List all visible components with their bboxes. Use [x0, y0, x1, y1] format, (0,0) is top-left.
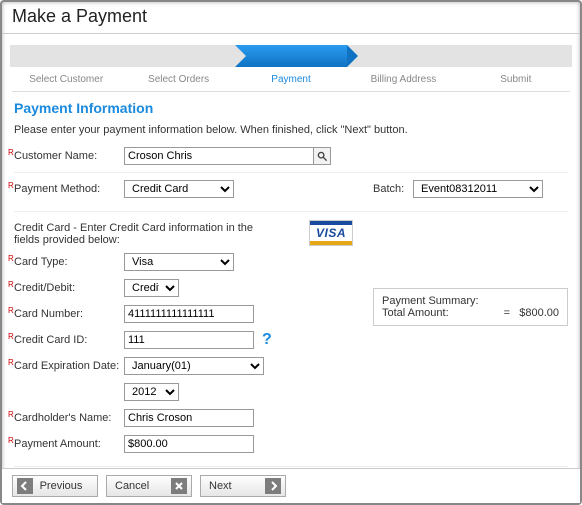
required-marker: R: [8, 358, 14, 367]
required-marker: R: [8, 280, 14, 289]
label-batch: Batch:: [373, 183, 413, 195]
customer-name-input[interactable]: [124, 147, 314, 165]
required-marker: R: [8, 332, 14, 341]
payment-amount-input[interactable]: [124, 435, 254, 453]
step-label-select-orders[interactable]: Select Orders: [122, 74, 234, 85]
required-marker: R: [8, 254, 14, 263]
step-label-billing-address[interactable]: Billing Address: [347, 74, 459, 85]
section-title: Payment Information: [2, 92, 580, 120]
required-marker: R: [8, 181, 14, 190]
payment-summary-box: Payment Summary: Total Amount: = $800.00: [373, 288, 568, 326]
exp-year-select[interactable]: 2012: [124, 383, 179, 401]
step-select-orders-bar: [122, 45, 234, 67]
exp-month-select[interactable]: January(01): [124, 357, 264, 375]
label-credit-debit: Credit/Debit:: [14, 282, 75, 294]
customer-lookup-button[interactable]: [313, 147, 331, 165]
label-customer-name: Customer Name:: [14, 150, 97, 162]
card-brand-visa-icon: VISA: [309, 220, 353, 246]
batch-select[interactable]: Event08312011: [413, 180, 543, 198]
step-label-payment[interactable]: Payment: [235, 74, 347, 85]
label-cardholder-name: Cardholder's Name:: [14, 412, 111, 424]
search-icon: [317, 151, 328, 162]
step-label-submit[interactable]: Submit: [460, 74, 572, 85]
instructions-text: Please enter your payment information be…: [2, 120, 580, 146]
card-number-input[interactable]: [124, 305, 254, 323]
required-marker: R: [8, 410, 14, 419]
cc-help-text: Credit Card - Enter Credit Card informat…: [14, 218, 274, 252]
label-card-type: Card Type:: [14, 256, 68, 268]
card-type-select[interactable]: Visa: [124, 253, 234, 271]
next-button[interactable]: Next: [200, 475, 286, 497]
required-marker: R: [8, 436, 14, 445]
cancel-button[interactable]: Cancel: [106, 475, 192, 497]
cvv-help-icon[interactable]: ?: [262, 331, 272, 349]
close-icon: [171, 478, 187, 494]
page-title: Make a Payment: [2, 2, 580, 34]
wizard-steps: [2, 34, 580, 72]
label-card-number: Card Number:: [14, 308, 83, 320]
step-label-select-customer[interactable]: Select Customer: [10, 74, 122, 85]
step-submit-bar: [460, 45, 572, 67]
summary-total-label: Total Amount:: [382, 307, 449, 319]
arrow-left-icon: [17, 478, 33, 494]
label-credit-card-id: Credit Card ID:: [14, 334, 87, 346]
credit-debit-select[interactable]: Credit: [124, 279, 179, 297]
credit-card-id-input[interactable]: [124, 331, 254, 349]
label-card-exp: Card Expiration Date:: [14, 360, 119, 372]
step-select-customer-bar: [10, 45, 122, 67]
arrow-right-icon: [265, 478, 281, 494]
summary-eq: =: [504, 307, 510, 319]
previous-button[interactable]: Previous: [12, 475, 98, 497]
step-payment-bar: [235, 45, 347, 67]
required-marker: R: [8, 306, 14, 315]
required-marker: R: [8, 148, 14, 157]
cardholder-name-input[interactable]: [124, 409, 254, 427]
step-billing-address-bar: [347, 45, 459, 67]
label-payment-method: Payment Method:: [14, 183, 100, 195]
summary-total-value: $800.00: [519, 307, 559, 319]
label-payment-amount: Payment Amount:: [14, 438, 101, 450]
payment-method-select[interactable]: Credit Card: [124, 180, 234, 198]
wizard-footer: Previous Cancel Next: [2, 468, 580, 503]
summary-title: Payment Summary:: [382, 295, 559, 307]
